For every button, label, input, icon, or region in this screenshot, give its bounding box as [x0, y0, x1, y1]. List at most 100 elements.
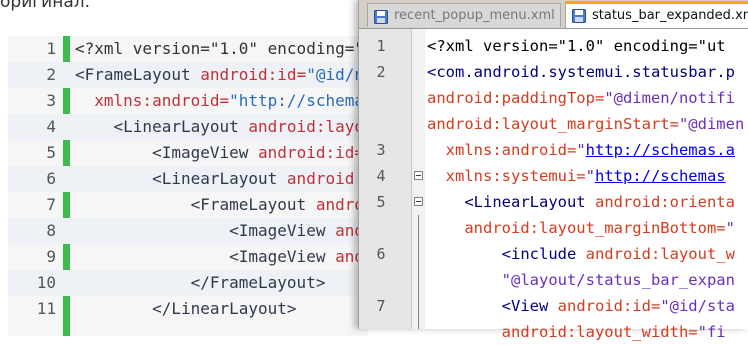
code-line: 11 </LinearLayout>	[8, 296, 368, 322]
tab-bar: recent_popup_menu.xml status_bar_expande…	[359, 0, 748, 29]
code-text: <FrameLayout android:id="@id/n	[75, 62, 364, 88]
page-text: оригинал.	[0, 0, 91, 12]
code-token: <ImageView	[75, 247, 336, 266]
code-token: http://schemas	[594, 167, 726, 185]
tab-recent-popup-menu[interactable]: recent_popup_menu.xml	[367, 3, 561, 27]
code-text: android:paddingTop="@dimen/notifi	[427, 85, 735, 111]
code-line: 9 <ImageView and	[8, 244, 368, 270]
code-token: <LinearLayout	[75, 169, 287, 188]
code-token: <LinearLayout	[75, 117, 249, 136]
code-line: 7 <FrameLayout andro	[8, 192, 368, 218]
code-text: xmlns:systemui="http://schemas	[427, 163, 726, 189]
fold-toggle-icon[interactable]	[414, 171, 423, 180]
code-text: <?xml version="1.0" encoding="ut	[427, 33, 726, 59]
line-number: 3	[376, 141, 386, 159]
code-token: android:layout_w	[585, 245, 735, 263]
line-number: 2	[376, 63, 386, 81]
code-line: 6 <LinearLayout android:	[8, 166, 368, 192]
code-token: <ImageView	[75, 143, 259, 162]
code-token: "@layout/status_bar_expan	[427, 271, 735, 289]
code-block: 1 <?xml version="1.0" encoding=" 2 <FrameLa…	[8, 36, 368, 336]
code-token: "@dimen/notifi	[604, 89, 735, 107]
code-token: android:	[286, 169, 364, 188]
code-token: android:layout_width=	[427, 323, 698, 341]
code-token: "	[725, 219, 735, 237]
code-text: <ImageView android:id=	[75, 140, 364, 166]
code-token: <LinearLayout	[427, 193, 595, 211]
code-token: android:layo	[248, 117, 364, 136]
code-token: </FrameLayout>	[75, 273, 326, 292]
code-text: <include android:layout_w	[427, 241, 735, 267]
code-token: "@dimen	[678, 115, 745, 133]
code-token: <include	[427, 245, 586, 263]
code-line: 5 <ImageView android:id=	[8, 140, 368, 166]
code-line: 8 <ImageView and	[8, 218, 368, 244]
code-token: "http://schema	[229, 91, 364, 110]
tab-label: recent_popup_menu.xml	[394, 8, 555, 23]
code-text: </LinearLayout>	[75, 296, 297, 322]
code-token: android:id=	[557, 297, 661, 315]
editor-line: 1 <?xml version="1.0" encoding="ut	[359, 33, 748, 59]
code-text: <ImageView and	[75, 218, 364, 244]
line-number: 1	[46, 39, 56, 58]
code-line: 3 xmlns:android="http://schema	[8, 88, 368, 114]
tab-label: status_bar_expanded.xml	[592, 8, 748, 23]
code-token: android:paddingTop=	[427, 89, 605, 107]
code-line: 2 <FrameLayout android:id="@id/n	[8, 62, 368, 88]
code-token: <View	[427, 297, 558, 315]
code-text: </FrameLayout>	[75, 270, 326, 296]
code-token: <com.android.systemui.statusbar.p	[427, 63, 735, 81]
line-number: 10	[8, 270, 56, 296]
code-token: android:orienta	[594, 193, 735, 211]
editor-text-area[interactable]: 1 <?xml version="1.0" encoding="ut 2 <com.a…	[359, 29, 748, 341]
code-token: xmlns:android=	[427, 141, 577, 159]
editor-line: 2 <com.android.systemui.statusbar.p	[359, 59, 748, 85]
fold-toggle-icon[interactable]	[414, 197, 423, 206]
code-text: android:layout_marginStart="@dimen	[427, 111, 744, 137]
code-token: "	[576, 141, 586, 159]
code-text: xmlns:android="http://schema	[75, 88, 364, 114]
code-token: <?xml version="1.0" encoding="ut	[427, 37, 726, 55]
line-number: 3	[46, 91, 56, 110]
code-token: android:layout_marginBottom=	[427, 219, 726, 237]
line-number: 8	[8, 218, 56, 244]
line-number: 4	[8, 114, 56, 140]
line-number: 4	[376, 167, 386, 185]
editor-line: android:paddingTop="@dimen/notifi	[359, 85, 748, 111]
code-token: </LinearLayout>	[75, 299, 297, 318]
code-line: 10 </FrameLayout>	[8, 270, 368, 296]
code-token: http://schemas.a	[585, 141, 735, 159]
code-token: "	[585, 167, 595, 185]
line-number: 2	[8, 62, 56, 88]
code-text: <ImageView and	[75, 244, 364, 270]
code-token: <FrameLayout	[75, 195, 316, 214]
code-line: 1 <?xml version="1.0" encoding="	[8, 36, 368, 62]
code-text: <LinearLayout android:layo	[75, 114, 364, 140]
code-token: xmlns:systemui=	[427, 167, 586, 185]
code-token: android:id=	[258, 143, 364, 162]
line-number: 6	[8, 166, 56, 192]
line-number: 7	[46, 195, 56, 214]
floppy-disk-icon	[572, 8, 586, 23]
line-number: 1	[376, 37, 386, 55]
code-token: android:layout_marginStart=	[427, 115, 679, 133]
editor-line: android:layout_marginStart="@dimen	[359, 111, 748, 137]
code-text: android:layout_width="fi	[427, 319, 726, 345]
code-token: <FrameLayout	[75, 65, 201, 84]
editor-window: recent_popup_menu.xml status_bar_expande…	[358, 0, 748, 341]
line-number: 9	[46, 247, 56, 266]
code-text: "@layout/status_bar_expan	[427, 267, 735, 293]
code-token: andro	[315, 195, 364, 214]
code-token: "@id/n	[306, 65, 364, 84]
line-number: 7	[376, 297, 386, 315]
code-token: "fi	[697, 323, 726, 341]
code-token: <?xml version="1.0" encoding="	[75, 39, 364, 58]
line-number: 6	[376, 245, 386, 263]
code-token: "@id/sta	[660, 297, 735, 315]
tab-status-bar-expanded[interactable]: status_bar_expanded.xml	[565, 1, 748, 28]
code-text: <LinearLayout android:orienta	[427, 189, 735, 215]
code-text: <FrameLayout andro	[75, 192, 364, 218]
code-text: <com.android.systemui.statusbar.p	[427, 59, 735, 85]
floppy-disk-icon	[374, 9, 388, 24]
line-number: 11	[36, 299, 56, 318]
